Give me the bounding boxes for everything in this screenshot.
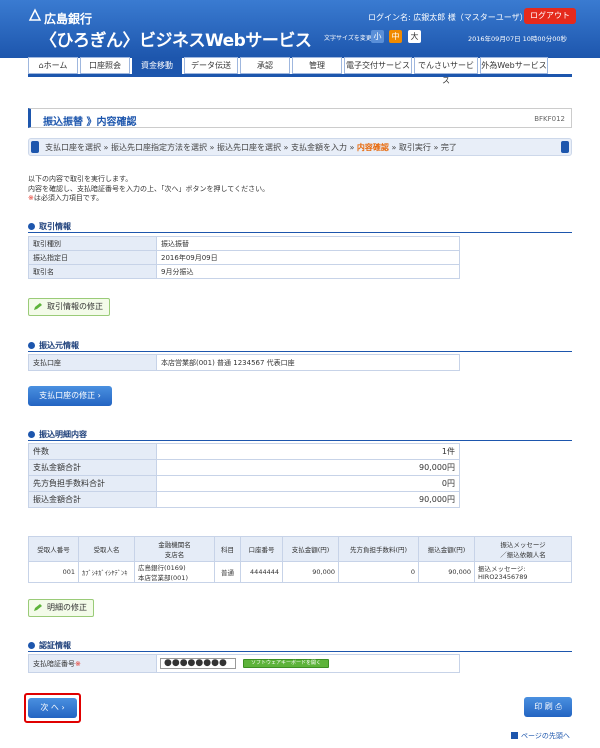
page-title: 振込振替 》内容確認: [43, 117, 137, 128]
logout-button[interactable]: ログアウト: [524, 8, 576, 24]
table-row: 先方負担手数料合計 0円: [28, 475, 460, 492]
pencil-icon: [34, 303, 42, 310]
section-bullet-icon: [28, 431, 35, 438]
nav-fund-transfer[interactable]: 資金移動: [132, 57, 182, 74]
font-size-label: 文字サイズを変更: [324, 35, 372, 42]
details-heading: 振込明細内容: [28, 429, 87, 440]
table-row: 取引種別 振込振替: [28, 236, 460, 251]
nav-underline: [28, 74, 572, 77]
arrow-up-icon: [511, 732, 518, 739]
table-header-row: 受取人番号 受取人名 金融機関名 支店名 科目 口座番号 支払金額(円) 先方負…: [28, 536, 572, 562]
page-title-bar: 振込振替 》内容確認 BFKF012: [28, 108, 572, 128]
nav-forex[interactable]: 外為Webサービス: [480, 57, 548, 74]
screen-id: BFKF012: [534, 115, 565, 123]
table-row: 件数 1件: [28, 443, 460, 460]
font-small-button[interactable]: 小: [371, 30, 384, 43]
table-row: 取引名 9月分振込: [28, 264, 460, 279]
pencil-icon: [34, 604, 42, 611]
font-large-button[interactable]: 大: [408, 30, 421, 43]
main-nav: ⌂ホーム 口座照会 資金移動 データ伝送 承認 管理 電子交付サービス でんさい…: [28, 57, 572, 85]
login-info: ログイン名: 広銀太郎 様（マスターユーザ）: [368, 13, 528, 22]
chevron-right-icon: ›: [61, 703, 65, 712]
bank-name: 広島銀行: [44, 12, 93, 26]
detail-table: 受取人番号 受取人名 金融機関名 支店名 科目 口座番号 支払金額(円) 先方負…: [28, 536, 572, 583]
printer-icon: ⎙: [555, 702, 562, 711]
section-bullet-icon: [28, 223, 35, 230]
transaction-heading: 取引情報: [28, 221, 71, 232]
step-indicator: 支払口座を選択 » 振込先口座指定方法を選択 » 振込先口座を選択 » 支払金額…: [28, 138, 572, 156]
software-keyboard-button[interactable]: ソフトウェアキーボードを開く: [243, 659, 329, 668]
page-top-link[interactable]: ページの先頭へ: [511, 731, 570, 741]
auth-heading: 認証情報: [28, 640, 71, 651]
section-divider: [28, 232, 572, 233]
steps-text: 支払口座を選択 » 振込先口座指定方法を選択 » 振込先口座を選択 » 支払金額…: [45, 143, 457, 152]
nav-densai[interactable]: でんさいサービス: [414, 57, 478, 85]
service-name: 〈ひろぎん〉ビジネスWebサービス: [40, 31, 312, 51]
section-divider: [28, 351, 572, 352]
font-medium-button[interactable]: 中: [389, 30, 402, 43]
section-divider: [28, 651, 572, 652]
table-row: 支払金額合計 90,000円: [28, 459, 460, 476]
source-table: 支払口座 本店営業部(001) 普通 1234567 代表口座: [28, 354, 460, 371]
step-scroll-right-icon[interactable]: [561, 141, 569, 153]
intro-text: 以下の内容で取引を実行します。 内容を確認し、支払暗証番号を入力の上、「次へ」ボ…: [28, 175, 270, 202]
print-button[interactable]: 印 刷 ⎙: [524, 697, 572, 717]
next-button[interactable]: 次 へ ›: [28, 698, 77, 718]
edit-source-account-button[interactable]: 支払口座の修正 ›: [28, 386, 112, 406]
step-scroll-left-icon[interactable]: [31, 141, 39, 153]
nav-home[interactable]: ⌂ホーム: [28, 57, 78, 74]
summary-table: 件数 1件 支払金額合計 90,000円 先方負担手数料合計 0円 振込金額合計 90,…: [28, 443, 460, 508]
nav-management[interactable]: 管理: [292, 57, 342, 74]
header: 広島銀行 〈ひろぎん〉ビジネスWebサービス ログイン名: 広銀太郎 様（マスタ…: [0, 0, 600, 58]
transaction-table: 取引種別 振込振替 振込指定日 2016年09月09日 取引名 9月分振込: [28, 236, 460, 279]
nav-approval[interactable]: 承認: [240, 57, 290, 74]
nav-data-transmission[interactable]: データ伝送: [184, 57, 238, 74]
password-input[interactable]: ●●●●●●●●: [160, 658, 236, 669]
section-divider: [28, 440, 572, 441]
source-heading: 振込元情報: [28, 340, 79, 351]
table-row: 支払口座 本店営業部(001) 普通 1234567 代表口座: [28, 354, 460, 371]
section-bullet-icon: [28, 342, 35, 349]
datetime: 2016年09月07日 10時00分00秒: [468, 35, 567, 43]
table-row: 001 ｶﾌﾞｼｷｶﾞｲｼﾔﾃﾞﾝｷ 広島銀行(0169) 本店営業部(001) …: [28, 561, 572, 583]
table-row: 振込指定日 2016年09月09日: [28, 250, 460, 265]
nav-electronic-delivery[interactable]: 電子交付サービス: [344, 57, 412, 74]
edit-transaction-button[interactable]: 取引情報の修正: [28, 298, 110, 316]
chevron-right-icon: ›: [97, 391, 101, 400]
current-step: 内容確認: [356, 143, 389, 152]
section-bullet-icon: [28, 642, 35, 649]
edit-details-button[interactable]: 明細の修正: [28, 599, 94, 617]
table-row: 振込金額合計 90,000円: [28, 491, 460, 508]
nav-account-inquiry[interactable]: 口座照会: [80, 57, 130, 74]
bank-logo-icon: [28, 8, 42, 21]
